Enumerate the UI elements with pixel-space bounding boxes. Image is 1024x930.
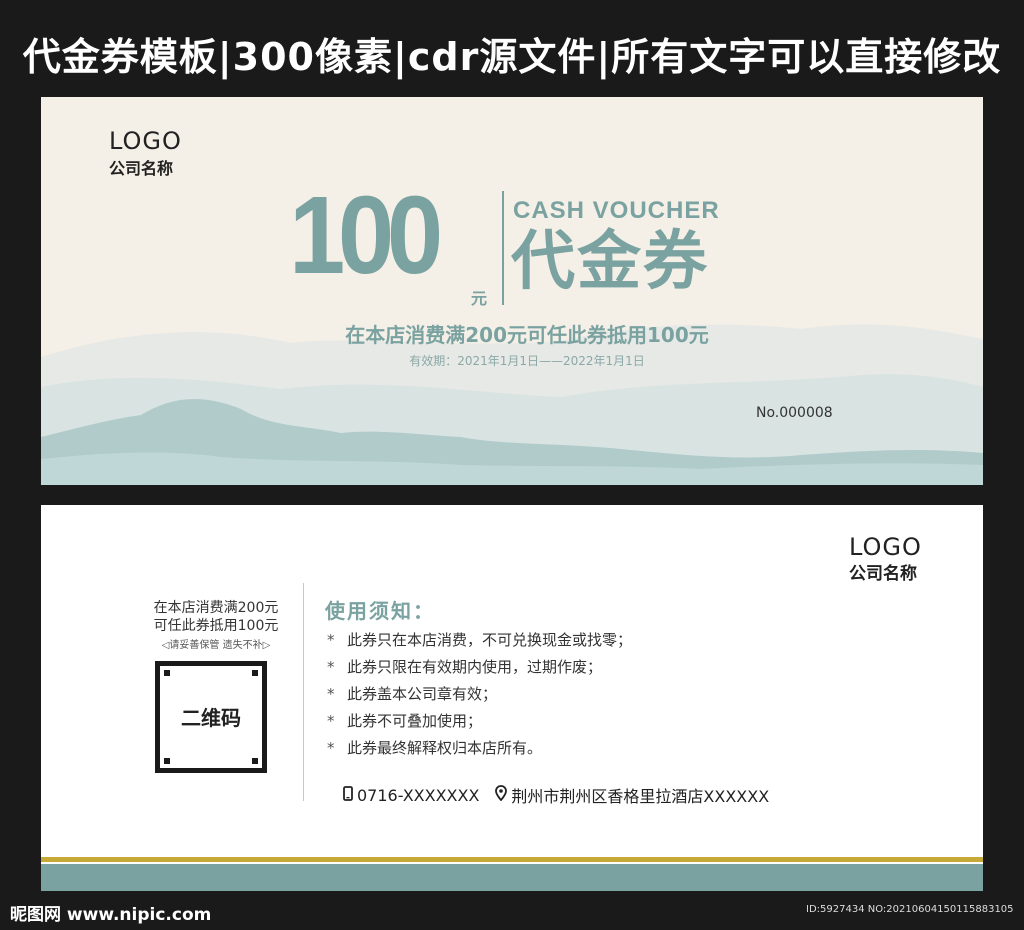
stub-offer-line-1: 在本店消费满200元 (153, 600, 279, 616)
qr-corner-mark (252, 670, 258, 676)
image-id-watermark: ID:5927434 NO:20210604150115883105 (806, 904, 1014, 915)
cash-voucher-label: CASH VOUCHER (513, 197, 720, 224)
phone-number: 0716-XXXXXXX (357, 785, 480, 805)
list-item: * 此券不可叠加使用； (327, 708, 632, 735)
phone-icon (343, 785, 353, 805)
list-item: * 此券只限在有效期内使用，过期作废； (327, 654, 632, 681)
serial-number: No.000008 (756, 405, 833, 421)
stub-offer-line-2: 可任此券抵用100元 (153, 618, 279, 634)
qr-corner-mark (164, 670, 170, 676)
rule-text: 此券最终解释权归本店所有。 (347, 739, 543, 757)
qr-corner-mark (164, 758, 170, 764)
currency-unit: 元 (471, 289, 488, 308)
qr-code-label: 二维码 (181, 706, 241, 730)
rule-text: 此券只在本店消费，不可兑换现金或找零； (347, 631, 633, 649)
front-company-name: 公司名称 (109, 159, 174, 178)
stub-keep-note: ◁请妥善保管 遗失不补▷ (161, 640, 271, 651)
address-group: 荆州市荆州区香格里拉酒店XXXXXX (495, 783, 769, 807)
contact-info: 0716-XXXXXXX 荆州市荆州区香格里拉酒店XXXXXX (343, 783, 769, 807)
voucher-amount: 100 (289, 174, 443, 297)
gold-stripe (41, 857, 983, 862)
page-title: 代金券模板|300像素|cdr源文件|所有文字可以直接修改 (22, 35, 1002, 79)
voucher-front: LOGO 公司名称 100 元 CASH VOUCHER 代金券 在本店消费满2… (41, 97, 983, 485)
offer-text: 在本店消费满200元可任此券抵用100元 (345, 323, 709, 347)
title-divider (502, 191, 504, 305)
validity-period: 有效期：2021年1月1日——2022年1月1日 (409, 354, 645, 368)
list-item: * 此券盖本公司章有效； (327, 681, 632, 708)
store-address: 荆州市荆州区香格里拉酒店XXXXXX (511, 787, 770, 806)
back-logo: LOGO (849, 533, 922, 561)
stub-divider (303, 583, 304, 801)
list-item: * 此券只在本店消费，不可兑换现金或找零； (327, 627, 632, 654)
bullet-star: * (327, 631, 335, 649)
usage-rules-list: * 此券只在本店消费，不可兑换现金或找零； * 此券只限在有效期内使用，过期作废； … (327, 627, 632, 762)
voucher-title: 代金券 (511, 225, 709, 299)
bullet-star: * (327, 658, 335, 676)
qr-corner-mark (252, 758, 258, 764)
qr-code-placeholder: 二维码 (155, 661, 267, 773)
front-logo: LOGO (109, 127, 182, 155)
location-pin-icon (495, 785, 508, 805)
rule-text: 此券只限在有效期内使用，过期作废； (347, 658, 603, 676)
rule-text: 此券不可叠加使用； (347, 712, 483, 730)
voucher-back: LOGO 公司名称 在本店消费满200元 可任此券抵用100元 ◁请妥善保管 遗… (41, 505, 983, 891)
bullet-star: * (327, 685, 335, 703)
usage-notice-title: 使用须知： (325, 599, 435, 623)
site-watermark: 昵图网 www.nipic.com (10, 905, 212, 925)
back-company-name: 公司名称 (849, 564, 917, 584)
bullet-star: * (327, 739, 335, 757)
list-item: * 此券最终解释权归本店所有。 (327, 735, 632, 762)
teal-stripe (41, 864, 983, 891)
bullet-star: * (327, 712, 335, 730)
rule-text: 此券盖本公司章有效； (347, 685, 498, 703)
